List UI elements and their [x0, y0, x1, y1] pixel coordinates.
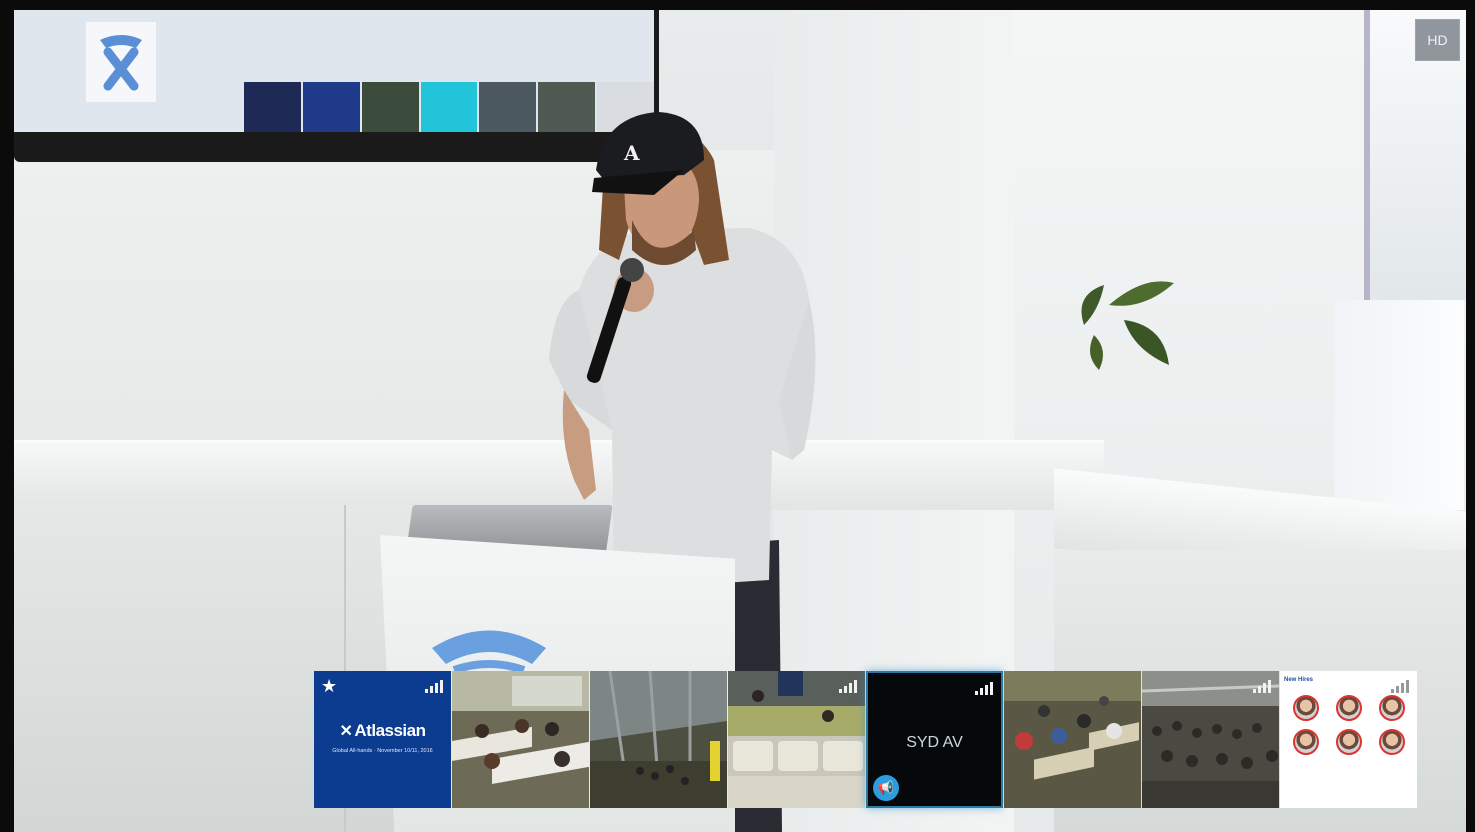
avatar: [1327, 695, 1370, 723]
signal-strength-icon: [975, 681, 993, 695]
avatar: [1327, 729, 1370, 757]
tile-title: New Hires: [1284, 677, 1314, 683]
avatar: [1370, 695, 1413, 723]
star-icon[interactable]: ★: [321, 676, 337, 697]
participant-tile-brand[interactable]: ★ ✕ Atlassian Global All-hands · November…: [314, 671, 451, 808]
signal-strength-icon: [1253, 679, 1271, 693]
signal-strength-icon: [425, 679, 443, 693]
signal-strength-icon: [1391, 679, 1409, 693]
hd-quality-badge[interactable]: HD: [1415, 19, 1460, 61]
participant-tile-remote-people[interactable]: New Hires: [1280, 671, 1417, 808]
room-video: [1004, 671, 1141, 808]
participant-name: SYD AV: [906, 734, 963, 751]
participant-tile[interactable]: [1142, 671, 1279, 808]
svg-text:A: A: [623, 141, 640, 165]
participant-tile[interactable]: [452, 671, 589, 808]
participant-tile-syd-av[interactable]: SYD AV 📢: [866, 671, 1003, 808]
avatar-grid: [1284, 695, 1413, 757]
megaphone-icon[interactable]: 📢: [873, 775, 899, 801]
avatar: [1370, 729, 1413, 757]
room-video: [590, 671, 727, 808]
participant-tile[interactable]: [728, 671, 865, 808]
signal-strength-icon: [839, 679, 857, 693]
window-light: [1334, 300, 1464, 510]
brand-subtitle: Global All-hands · November 10/11, 2016: [332, 748, 433, 754]
room-video: [452, 671, 589, 808]
brand-logo: ✕ Atlassian: [339, 721, 427, 740]
participant-strip: ★ ✕ Atlassian Global All-hands · November…: [314, 671, 1417, 808]
atlassian-logo-icon: [86, 22, 156, 102]
avatar: [1284, 695, 1327, 723]
avatar: [1284, 729, 1327, 757]
participant-tile[interactable]: [590, 671, 727, 808]
participant-tile[interactable]: [1004, 671, 1141, 808]
plant: [1081, 281, 1174, 370]
brand-label: Atlassian: [354, 721, 426, 740]
